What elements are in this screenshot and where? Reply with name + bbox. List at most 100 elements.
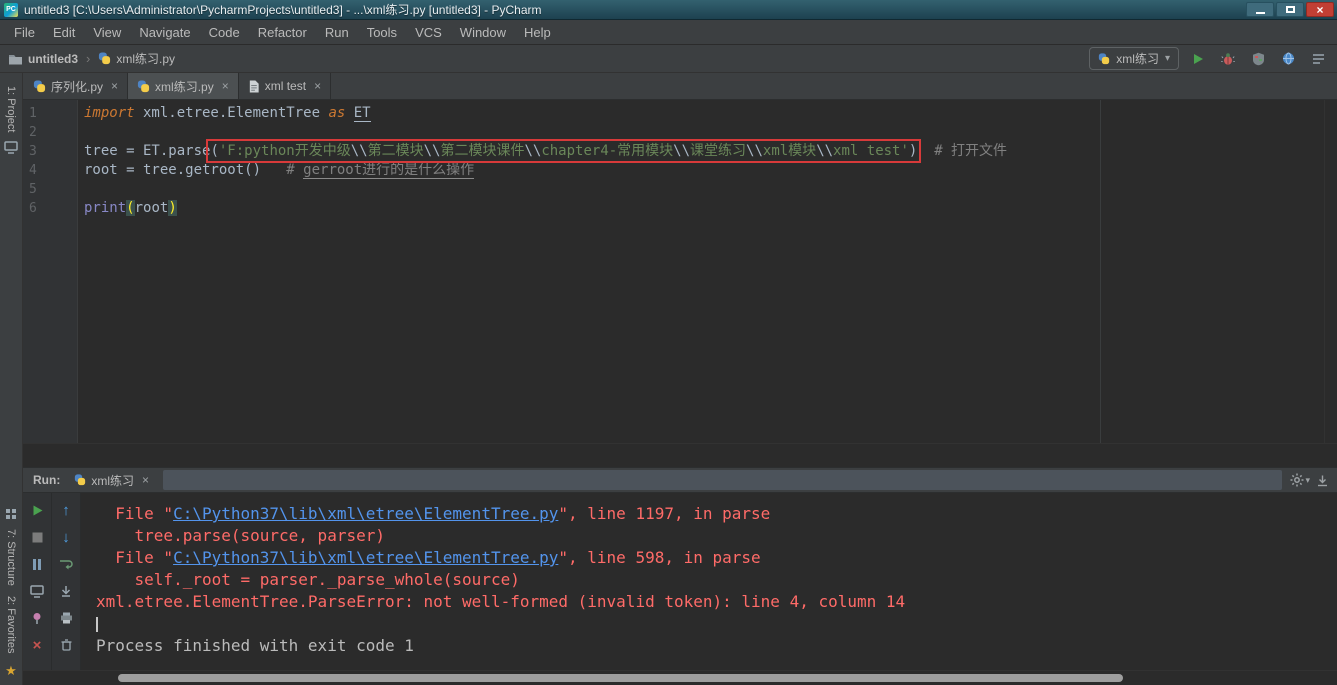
menu-refactor[interactable]: Refactor: [249, 22, 316, 43]
console-line-4: xml.etree.ElementTree.ParseError: not we…: [96, 591, 1337, 613]
console-file-link[interactable]: C:\Python37\lib\xml\etree\ElementTree.py: [173, 504, 558, 523]
code-line-6[interactable]: print(root): [84, 199, 1324, 218]
python-file-icon: [33, 79, 46, 93]
editor-scrollbar[interactable]: [1324, 100, 1337, 443]
python-file-icon: [1098, 52, 1110, 65]
menu-file[interactable]: File: [5, 22, 44, 43]
navigation-bar: untitled3 › xml练习.py xml练习 ▾: [0, 45, 1337, 73]
code-line-1[interactable]: import xml.etree.ElementTree as ET: [84, 104, 1324, 123]
run-configuration-select[interactable]: xml练习 ▾: [1089, 47, 1179, 70]
editor-tab-1[interactable]: xml练习.py ×: [128, 73, 239, 99]
coverage-button[interactable]: [1247, 48, 1269, 70]
print-button[interactable]: [57, 609, 75, 627]
code-token: tree = ET.parse: [84, 143, 211, 159]
code-token: xml.etree.ElementTree: [134, 105, 329, 121]
run-tab-close-icon[interactable]: ×: [142, 473, 149, 487]
console-output[interactable]: File "C:\Python37\lib\xml\etree\ElementT…: [81, 493, 1337, 670]
console-line-1: tree.parse(source, parser): [96, 525, 1337, 547]
tab-label: 序列化.py: [51, 79, 104, 94]
run-button[interactable]: [1187, 48, 1209, 70]
prev-stacktrace-button[interactable]: ↑: [57, 501, 75, 519]
editor-horizontal-scroll-area[interactable]: [23, 443, 1337, 467]
menu-code[interactable]: Code: [200, 22, 249, 43]
code-token: \\: [524, 143, 542, 159]
code-token: ", line 598, in parse: [558, 548, 761, 567]
menu-tools[interactable]: Tools: [358, 22, 406, 43]
code-token: 第二模块: [367, 143, 424, 159]
menu-view[interactable]: View: [84, 22, 130, 43]
run-tab[interactable]: xml练习 ×: [66, 469, 157, 492]
run-toolbar-outer: ×: [23, 493, 52, 670]
sidebar-item-favorites[interactable]: 2: Favorites: [5, 596, 17, 653]
code-token: as: [328, 105, 346, 121]
code-token: print: [84, 200, 127, 216]
tab-close-icon[interactable]: ×: [314, 79, 321, 93]
stop-button[interactable]: [28, 528, 46, 546]
line-number: 3: [29, 144, 37, 159]
minimize-button[interactable]: [1246, 2, 1274, 17]
code-token: xml.etree.ElementTree.ParseError: not we…: [96, 592, 906, 611]
console-line-2: File "C:\Python37\lib\xml\etree\ElementT…: [96, 547, 1337, 569]
tab-close-icon[interactable]: ×: [111, 79, 118, 93]
menu-run[interactable]: Run: [316, 22, 358, 43]
editor-tab-2[interactable]: xml test ×: [239, 73, 332, 99]
scroll-to-end-button[interactable]: [57, 582, 75, 600]
python-file-icon: [74, 474, 86, 486]
chevron-down-icon: ▾: [1305, 474, 1310, 485]
console-scrollbar-thumb[interactable]: [118, 674, 1123, 682]
menu-edit[interactable]: Edit: [44, 22, 84, 43]
code-token: 课堂练习: [690, 143, 747, 159]
code-token: root: [134, 200, 169, 216]
show-console-button[interactable]: [28, 582, 46, 600]
next-stacktrace-button[interactable]: ↓: [57, 528, 75, 546]
line-number: 6: [29, 201, 37, 216]
editor-tabs: 序列化.py × xml练习.py × xml test ×: [23, 73, 1337, 100]
profiler-button[interactable]: [1277, 48, 1299, 70]
close-tab-button[interactable]: ×: [28, 636, 46, 654]
menu-navigate[interactable]: Navigate: [130, 22, 199, 43]
editor-tab-0[interactable]: 序列化.py ×: [24, 73, 129, 99]
code-token: chapter4-常用模块: [541, 143, 674, 159]
rerun-button[interactable]: [28, 501, 46, 519]
settings-gear-button[interactable]: ▾: [1290, 473, 1310, 487]
breadcrumb-project[interactable]: untitled3: [28, 52, 78, 66]
code-token: \\: [423, 143, 441, 159]
python-file-icon: [137, 79, 150, 93]
editor-code[interactable]: import xml.etree.ElementTree as ET tree =…: [78, 100, 1324, 443]
soft-wrap-button[interactable]: [57, 555, 75, 573]
menu-window[interactable]: Window: [451, 22, 515, 43]
favorites-star-icon[interactable]: ★: [5, 663, 17, 679]
debug-button[interactable]: [1217, 48, 1239, 70]
structure-grid-icon[interactable]: [6, 506, 16, 524]
code-token: tree.parse(source, parser): [96, 526, 385, 545]
editor[interactable]: 1 2 3 4 5 6 import xml.etree.ElementTree as E…: [23, 100, 1337, 443]
sidebar-item-project[interactable]: 1: Project: [5, 86, 17, 132]
pin-tab-button[interactable]: [28, 609, 46, 627]
menu-help[interactable]: Help: [515, 22, 560, 43]
maximize-button[interactable]: [1276, 2, 1304, 17]
code-token: File ": [96, 504, 174, 523]
code-line-3[interactable]: tree = ET.parse('F:python开发中级\\第二模块\\第二模…: [84, 139, 1324, 163]
monitor-icon[interactable]: [4, 141, 18, 159]
code-line-4[interactable]: root = tree.getroot() # gerroot进行的是什么操作: [84, 161, 1324, 180]
console-file-link[interactable]: C:\Python37\lib\xml\etree\ElementTree.py: [173, 548, 558, 567]
line-number: 2: [29, 125, 37, 140]
hide-window-button[interactable]: [1316, 474, 1329, 487]
code-token: \\: [350, 143, 368, 159]
code-line-5[interactable]: [84, 180, 1324, 199]
console-line-3: self._root = parser._parse_whole(source): [96, 569, 1337, 591]
minimize-icon: [1255, 11, 1265, 14]
console-scrollbar-track: [23, 670, 1337, 685]
close-window-button[interactable]: ×: [1306, 2, 1334, 17]
clear-all-button[interactable]: [57, 636, 75, 654]
code-token: root = tree.getroot(): [84, 162, 287, 178]
event-log-button[interactable]: [1307, 48, 1329, 70]
text-file-icon: [248, 79, 260, 93]
code-token: 'F:python开发中级: [218, 143, 351, 159]
pause-output-button[interactable]: [28, 555, 46, 573]
tab-close-icon[interactable]: ×: [222, 79, 229, 93]
code-line-2[interactable]: [84, 123, 1324, 142]
sidebar-item-structure[interactable]: 7: Structure: [5, 529, 17, 586]
menu-vcs[interactable]: VCS: [406, 22, 451, 43]
breadcrumb-file[interactable]: xml练习.py: [116, 50, 175, 67]
